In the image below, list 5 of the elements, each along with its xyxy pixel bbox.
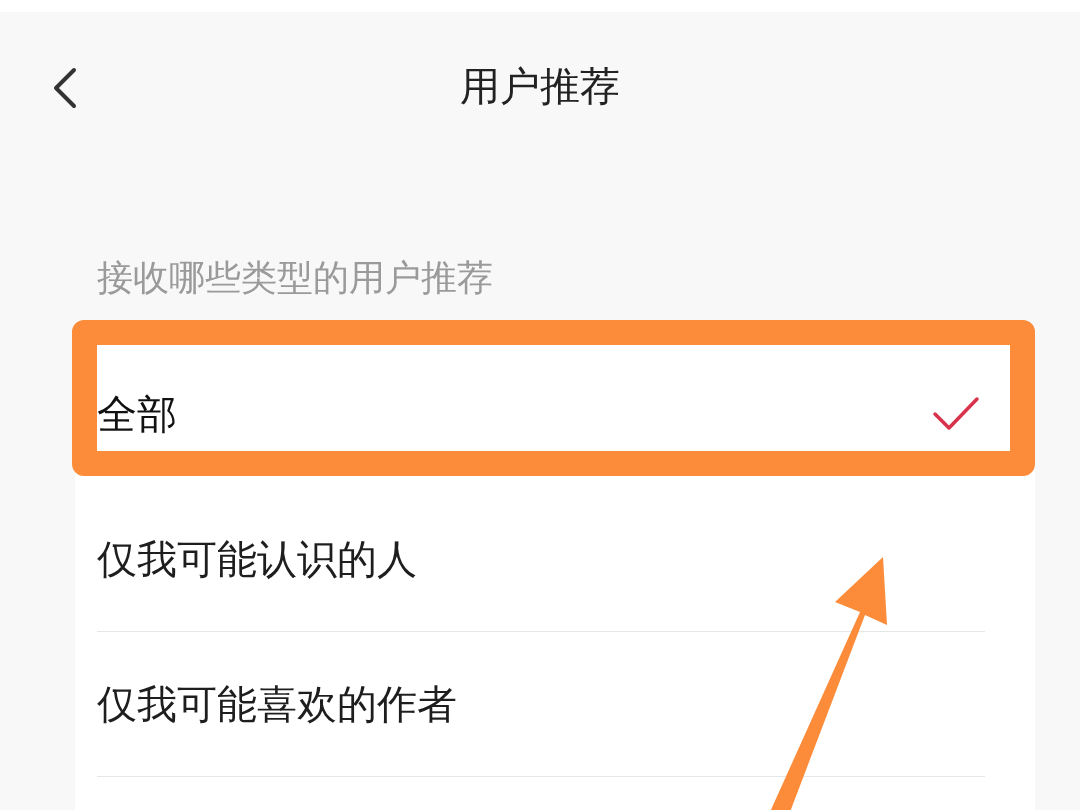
option-row[interactable]: 全部 xyxy=(97,342,985,487)
check-icon xyxy=(932,396,980,432)
back-icon[interactable] xyxy=(52,67,78,109)
page-title: 用户推荐 xyxy=(460,61,620,111)
section-label: 接收哪些类型的用户推荐 xyxy=(96,256,494,300)
